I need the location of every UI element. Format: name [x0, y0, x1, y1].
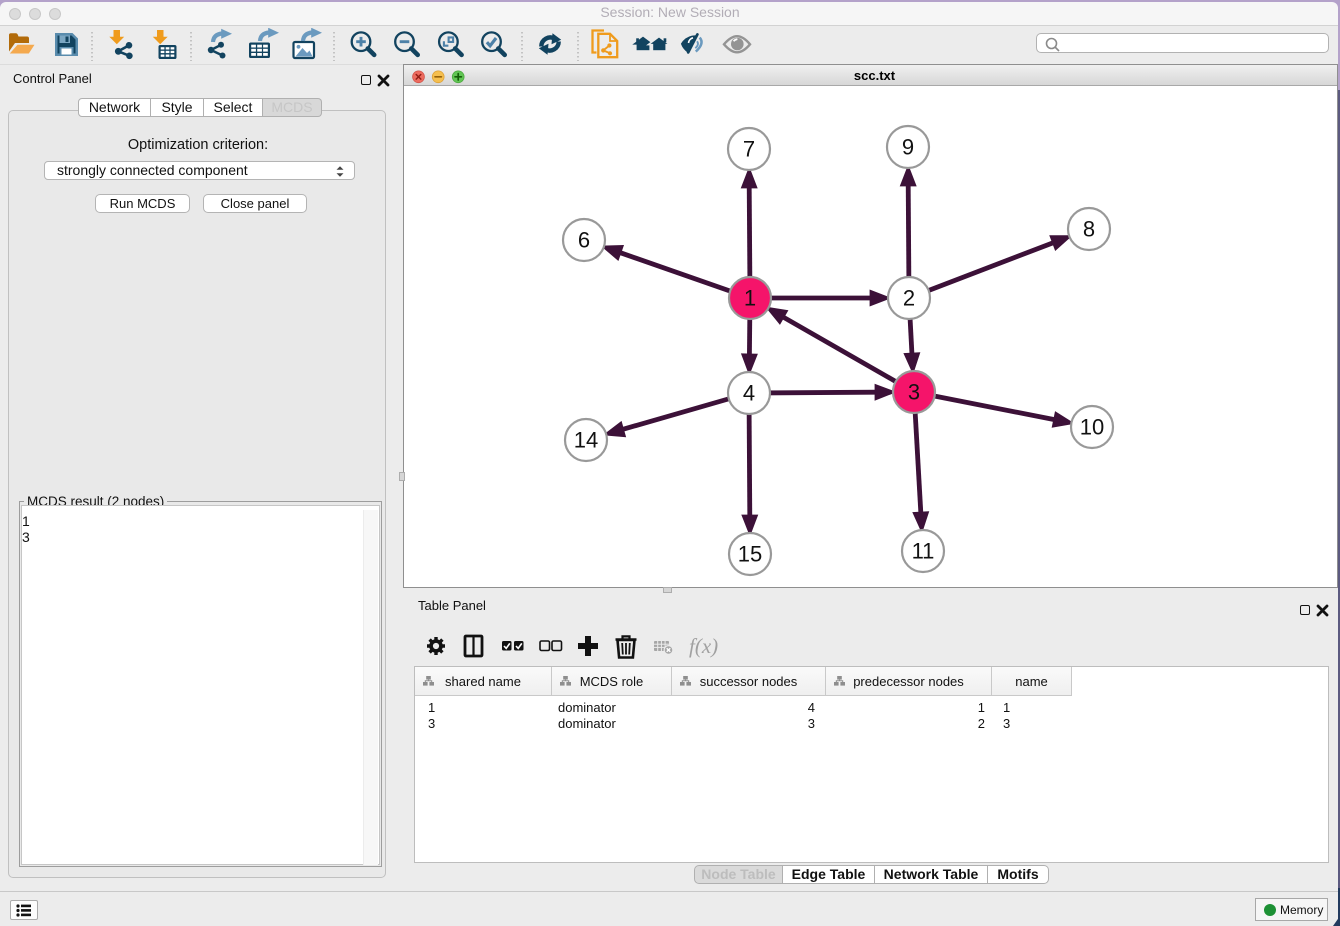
svg-text:9: 9 — [902, 135, 914, 160]
svg-text:14: 14 — [574, 428, 598, 453]
svg-text:7: 7 — [743, 137, 755, 162]
svg-text:1: 1 — [744, 286, 756, 311]
svg-text:11: 11 — [912, 539, 935, 564]
svg-text:4: 4 — [743, 381, 755, 406]
svg-text:8: 8 — [1083, 217, 1095, 242]
svg-text:10: 10 — [1080, 415, 1104, 440]
svg-text:6: 6 — [578, 228, 590, 253]
svg-text:15: 15 — [738, 542, 762, 567]
svg-text:3: 3 — [908, 380, 920, 405]
svg-text:f(x): f(x) — [689, 634, 718, 658]
svg-text:2: 2 — [903, 286, 915, 311]
